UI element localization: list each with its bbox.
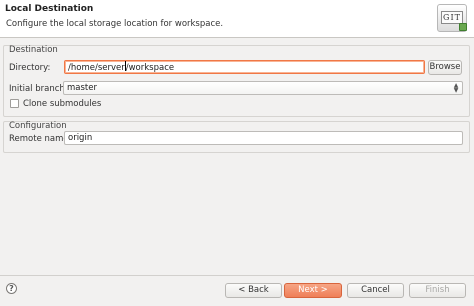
footer-divider bbox=[0, 275, 474, 276]
git-logo-mark bbox=[459, 23, 467, 31]
page-description: Configure the local storage location for… bbox=[6, 19, 224, 29]
page-title: Local Destination bbox=[5, 4, 94, 14]
chevron-up-down-icon: ▲ ▼ bbox=[453, 82, 459, 94]
cancel-button[interactable]: Cancel bbox=[347, 283, 404, 298]
clone-submodules-checkbox[interactable] bbox=[10, 99, 19, 108]
help-icon[interactable]: ? bbox=[6, 283, 17, 294]
remote-name-label: Remote name: bbox=[9, 134, 72, 144]
directory-value-end: /workspace bbox=[125, 63, 175, 73]
directory-value-start: /home/server bbox=[68, 63, 125, 73]
destination-group-label: Destination bbox=[9, 45, 58, 55]
back-button[interactable]: < Back bbox=[225, 283, 282, 298]
initial-branch-value: master bbox=[67, 83, 97, 93]
initial-branch-select[interactable]: master ▲ ▼ bbox=[63, 81, 463, 95]
clone-submodules-label[interactable]: Clone submodules bbox=[23, 99, 101, 109]
initial-branch-label: Initial branch: bbox=[9, 84, 68, 94]
remote-name-input[interactable]: origin bbox=[64, 131, 463, 145]
next-button[interactable]: Next > bbox=[284, 283, 342, 298]
directory-label: Directory: bbox=[9, 63, 51, 73]
browse-button[interactable]: Browse bbox=[428, 60, 462, 75]
git-logo-icon: GIT bbox=[437, 4, 467, 32]
finish-button[interactable]: Finish bbox=[409, 283, 466, 298]
configuration-group-label: Configuration bbox=[9, 121, 67, 131]
wizard-header: Local Destination Configure the local st… bbox=[0, 0, 474, 38]
directory-input[interactable]: /home/server/workspace bbox=[64, 60, 425, 74]
